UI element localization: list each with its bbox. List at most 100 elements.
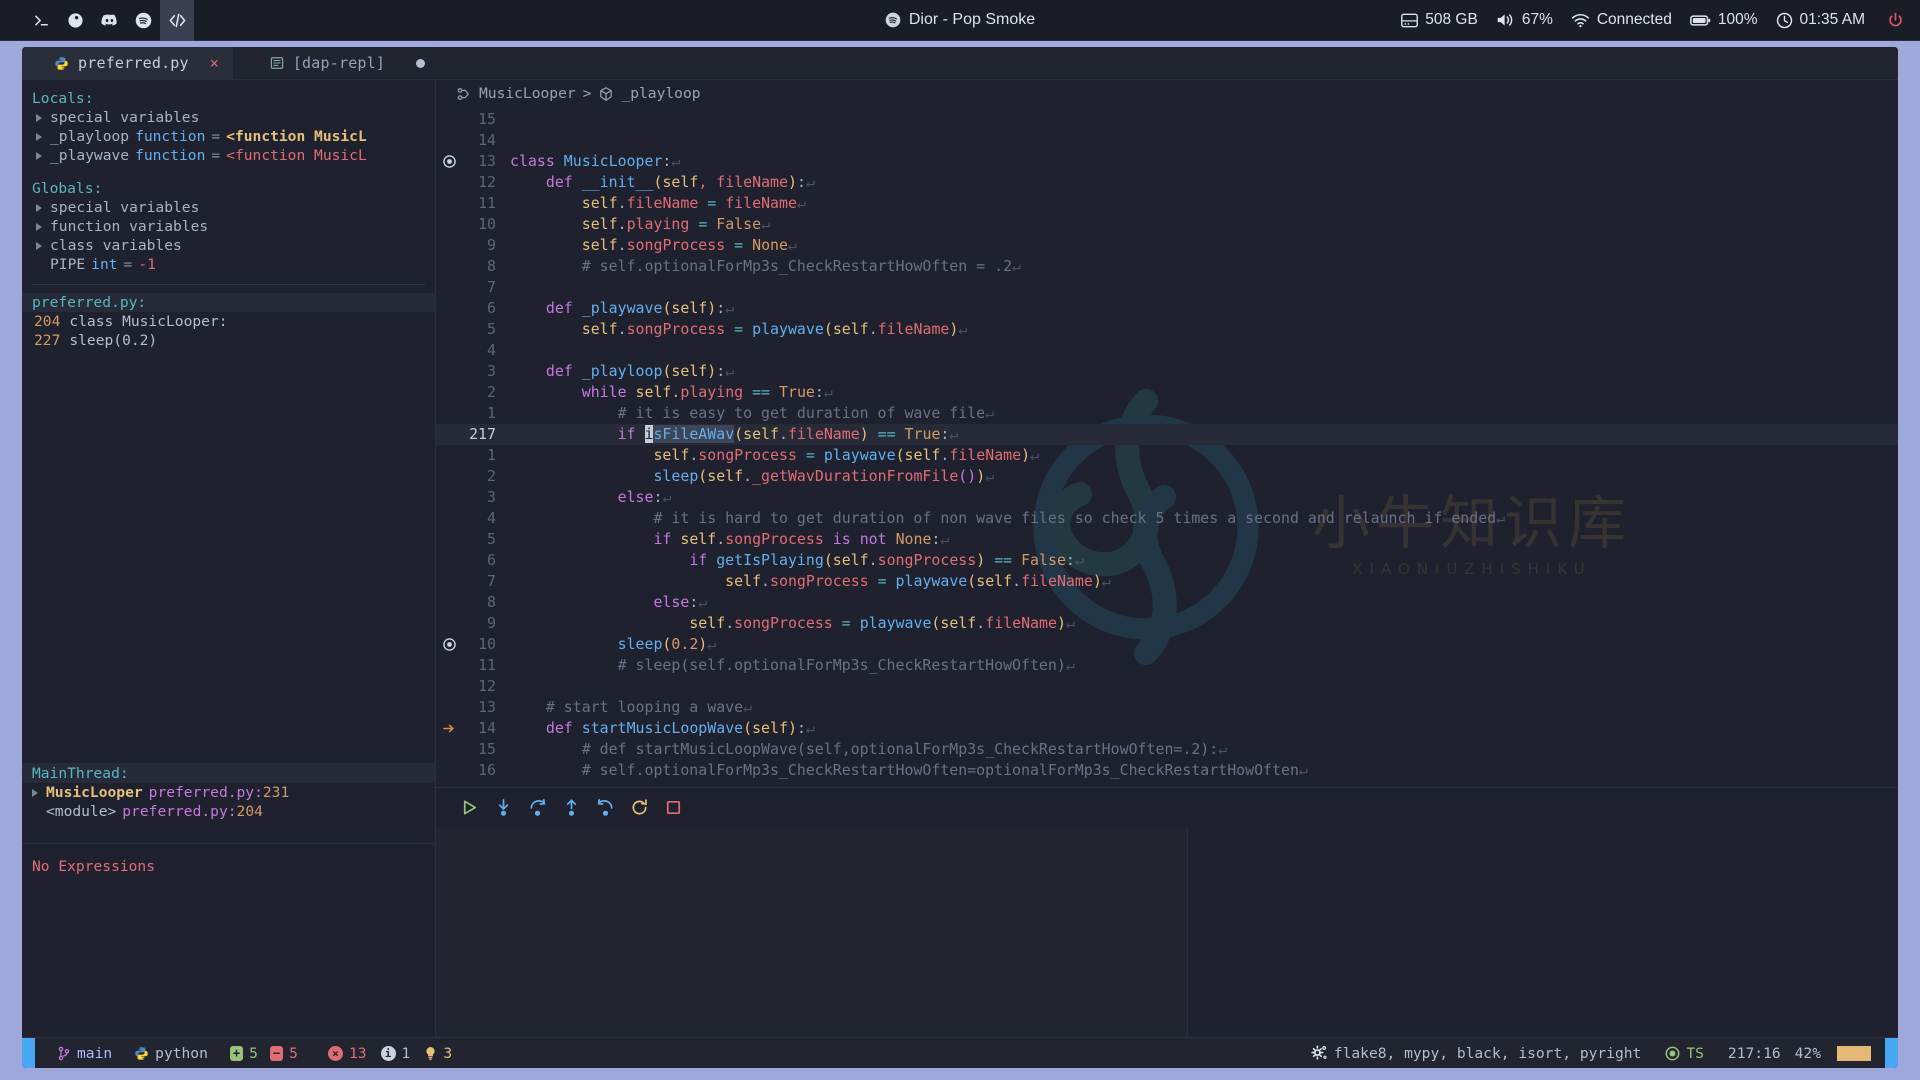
restart-button[interactable]	[624, 793, 654, 823]
repl-side-panel[interactable]	[1188, 827, 1898, 1037]
code-line[interactable]: 13 class MusicLooper:↵	[436, 151, 1898, 172]
code-line[interactable]: 7 self.songProcess = playwave(self.fileN…	[436, 571, 1898, 592]
chevron-right-icon[interactable]	[36, 132, 42, 141]
diagnostics[interactable]: × 13 i 1 3	[327, 1045, 452, 1062]
continue-button[interactable]	[454, 793, 484, 823]
code-line[interactable]: 12	[436, 676, 1898, 697]
code-line[interactable]: 10 self.playing = False↵	[436, 214, 1898, 235]
code-line[interactable]: 9 self.songProcess = None↵	[436, 235, 1898, 256]
code-line-current[interactable]: 217 if isFileAWav(self.fileName) == True…	[436, 424, 1898, 445]
power-button[interactable]	[1887, 12, 1904, 29]
code-line[interactable]: 6 if getIsPlaying(self.songProcess) == F…	[436, 550, 1898, 571]
breadcrumb-function[interactable]: _playloop	[621, 85, 700, 102]
cursor-position[interactable]: 217:16	[1728, 1045, 1781, 1062]
spotify-icon[interactable]	[126, 0, 160, 41]
code-line[interactable]: 12 def __init__(self, fileName):↵	[436, 172, 1898, 193]
step-out-button[interactable]	[556, 793, 586, 823]
current-frame-arrow-icon[interactable]	[436, 722, 462, 735]
code-line[interactable]: 7	[436, 277, 1898, 298]
chevron-right-icon[interactable]	[36, 113, 42, 122]
tray-wifi[interactable]: Connected	[1571, 11, 1672, 29]
variable-row[interactable]: _playwave function = <function MusicL	[22, 146, 435, 165]
step-back-button[interactable]	[590, 793, 620, 823]
breakpoint-icon[interactable]	[436, 155, 462, 168]
variable-row[interactable]: function variables	[22, 217, 435, 236]
breadcrumb: MusicLooper > _playloop	[436, 80, 1898, 107]
call-stack-pane: MainThread: MusicLooper preferred.py:231 <…	[22, 763, 435, 821]
breadcrumb-separator: >	[582, 85, 592, 102]
stack-frame[interactable]: MusicLooper preferred.py:231	[22, 783, 435, 802]
code-line[interactable]: 5 if self.songProcess is not None:↵	[436, 529, 1898, 550]
code-line[interactable]: 8 else:↵	[436, 592, 1898, 613]
chevron-right-icon[interactable]	[32, 788, 38, 797]
browser-icon[interactable]	[58, 0, 92, 41]
discord-icon[interactable]	[92, 0, 126, 41]
code-line[interactable]: 11 # sleep(self.optionalForMp3s_CheckRes…	[436, 655, 1898, 676]
code-line[interactable]: 1 # it is easy to get duration of wave f…	[436, 403, 1898, 424]
line-number: 11	[478, 194, 496, 212]
linters[interactable]: flake8, mypy, black, isort, pyright	[1311, 1045, 1641, 1062]
tray-battery[interactable]: 100%	[1689, 11, 1758, 29]
code-line[interactable]: 9 self.songProcess = playwave(self.fileN…	[436, 613, 1898, 634]
code-line[interactable]: 13 # start looping a wave↵	[436, 697, 1898, 718]
code-lines[interactable]: 15 14 13 class MusicLooper:↵ 12 def __init__…	[436, 107, 1898, 781]
code-line[interactable]: 4	[436, 340, 1898, 361]
step-into-button[interactable]	[488, 793, 518, 823]
chevron-right-icon[interactable]	[36, 203, 42, 212]
code-line[interactable]: 2 sleep(self._getWavDurationFromFile())↵	[436, 466, 1898, 487]
git-diff-stats[interactable]: + 5 − 5	[229, 1045, 298, 1062]
stack-frame[interactable]: <module> preferred.py:204	[22, 802, 435, 821]
code-line[interactable]: 11 self.fileName = fileName↵	[436, 193, 1898, 214]
code-line[interactable]: 6 def _playwave(self):↵	[436, 298, 1898, 319]
tray-disk[interactable]: 508 GB	[1401, 11, 1478, 29]
line-content: # self.optionalForMp3s_CheckRestartHowOf…	[510, 257, 1022, 275]
tab-dap-repl[interactable]: [dap-repl]	[233, 47, 441, 79]
breakpoint-row[interactable]: 227 sleep(0.2)	[22, 331, 435, 350]
tab-preferred-py[interactable]: preferred.py ×	[22, 47, 234, 79]
code-line[interactable]: 8 # self.optionalForMp3s_CheckRestartHow…	[436, 256, 1898, 277]
code-line[interactable]: 10 sleep(0.2)↵	[436, 634, 1898, 655]
code-line[interactable]: 4 # it is hard to get duration of non wa…	[436, 508, 1898, 529]
code-line[interactable]: 16 # self.optionalForMp3s_CheckRestartHo…	[436, 760, 1898, 781]
variable-row[interactable]: PIPE int = -1	[22, 255, 435, 274]
stop-button[interactable]	[658, 793, 688, 823]
code-line[interactable]: 3 else:↵	[436, 487, 1898, 508]
breakpoint-icon[interactable]	[436, 638, 462, 651]
chevron-right-icon[interactable]	[36, 222, 42, 231]
git-branch[interactable]: main	[57, 1045, 112, 1062]
variable-row[interactable]: _playloop function = <function MusicL	[22, 127, 435, 146]
variable-row[interactable]: special variables	[22, 108, 435, 127]
line-content: sleep(self._getWavDurationFromFile())↵	[653, 467, 995, 485]
code-line[interactable]: 5 self.songProcess = playwave(self.fileN…	[436, 319, 1898, 340]
code-editor[interactable]: 小牛知识库 XIAONIUZHISHIKU 15 14 13 class MusicL…	[436, 107, 1898, 787]
code-icon[interactable]	[160, 0, 194, 41]
ts-indicator[interactable]: TS	[1665, 1045, 1704, 1062]
language-mode[interactable]: python	[134, 1045, 208, 1062]
code-line[interactable]: 14	[436, 130, 1898, 151]
tray-volume[interactable]: 67%	[1496, 11, 1553, 29]
code-line[interactable]: 15 # def startMusicLoopWave(self,optiona…	[436, 739, 1898, 760]
code-line[interactable]: 14 def startMusicLoopWave(self):↵	[436, 718, 1898, 739]
chevron-right-icon[interactable]	[36, 241, 42, 250]
step-over-button[interactable]	[522, 793, 552, 823]
variable-equals: =	[211, 128, 221, 145]
variable-row[interactable]: special variables	[22, 198, 435, 217]
scroll-progress[interactable]: 42%	[1795, 1045, 1821, 1062]
variable-type: function	[135, 147, 206, 164]
repl-output-panel[interactable]	[436, 827, 1188, 1037]
line-number: 3	[487, 488, 496, 506]
code-line[interactable]: 15	[436, 109, 1898, 130]
warning-icon	[424, 1046, 437, 1061]
code-line[interactable]: 2 while self.playing == True:↵	[436, 382, 1898, 403]
close-icon[interactable]: ×	[210, 54, 219, 72]
tray-clock[interactable]: 01:35 AM	[1776, 11, 1865, 29]
breakpoint-row[interactable]: 204 class MusicLooper:	[22, 312, 435, 331]
variable-row[interactable]: class variables	[22, 236, 435, 255]
breadcrumb-class[interactable]: MusicLooper	[479, 85, 576, 102]
chevron-right-icon[interactable]	[36, 151, 42, 160]
code-line[interactable]: 1 self.songProcess = playwave(self.fileN…	[436, 445, 1898, 466]
line-content: # self.optionalForMp3s_CheckRestartHowOf…	[510, 761, 1308, 779]
breakpoint-source: sleep(0.2)	[69, 332, 158, 349]
code-line[interactable]: 3 def _playloop(self):↵	[436, 361, 1898, 382]
terminal-icon[interactable]	[24, 0, 58, 41]
